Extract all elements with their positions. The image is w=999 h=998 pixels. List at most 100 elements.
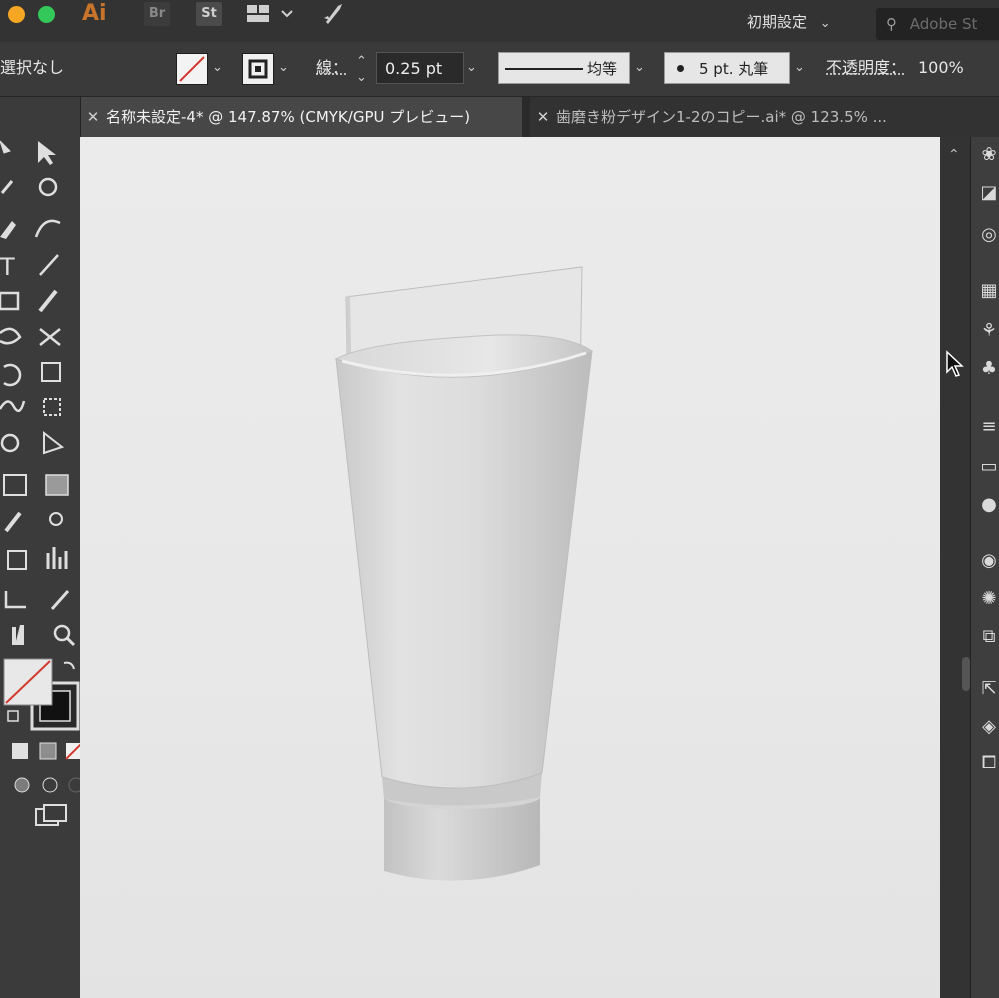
brush-definition[interactable]: 5 pt. 丸筆 bbox=[664, 52, 790, 84]
scroll-thumb[interactable] bbox=[962, 657, 970, 691]
type-tool-button[interactable] bbox=[0, 253, 30, 281]
variable-width-profile[interactable]: 均等 bbox=[498, 52, 630, 84]
stroke-weight-stepper[interactable]: ⌃ ⌄ bbox=[356, 54, 374, 86]
chevron-down-icon: ⌄ bbox=[819, 16, 831, 31]
tools-panel: T bbox=[0, 97, 84, 998]
stroke-panel-icon[interactable]: ≡ bbox=[977, 415, 999, 439]
gpu-performance-button[interactable] bbox=[318, 0, 348, 28]
tab-label: 名称未設定-4* @ 147.87% (CMYK/GPU プレビュー) bbox=[106, 108, 471, 126]
stroke-weight-chevron-icon[interactable]: ⌄ bbox=[466, 52, 484, 84]
scale-tool-icon bbox=[41, 362, 61, 382]
tab-document-active[interactable]: ✕ 名称未設定-4* @ 147.87% (CMYK/GPU プレビュー) bbox=[80, 97, 522, 137]
workspace-label: 初期設定 bbox=[747, 13, 808, 31]
toothpaste-tube-artwork[interactable] bbox=[80, 137, 942, 998]
opacity-label[interactable]: 不透明度： bbox=[826, 52, 918, 84]
layout-grid-icon bbox=[247, 5, 293, 22]
search-icon: ⚲ bbox=[886, 15, 897, 33]
properties-panel-icon[interactable]: ❀ bbox=[977, 143, 999, 167]
rocket-icon bbox=[324, 4, 342, 24]
stroke-label[interactable]: 線： bbox=[316, 52, 352, 84]
search-placeholder: Adobe St bbox=[909, 15, 978, 33]
fill-stroke-swatches bbox=[3, 658, 80, 731]
minimize-window-button[interactable] bbox=[8, 6, 25, 23]
rotate-tool-icon bbox=[3, 363, 22, 387]
mesh-tool-icon bbox=[3, 474, 27, 496]
magic-wand-tool-button[interactable] bbox=[0, 177, 30, 205]
swap-fill-stroke-button[interactable] bbox=[36, 725, 66, 753]
brush-dot-icon bbox=[677, 65, 684, 72]
shape-builder-tool-icon bbox=[0, 433, 20, 453]
illustrator-window: Ai Br St 初期設定 ⌄ ⚲ Adobe St 選択なし ⌄ ⌄ 線： ⌃… bbox=[0, 0, 999, 998]
selection-tool-button[interactable] bbox=[0, 141, 30, 169]
swatches-panel-icon[interactable]: ▦ bbox=[977, 279, 999, 303]
navigator-panel-icon[interactable]: ◎ bbox=[977, 223, 999, 247]
column-graph-tool-icon bbox=[46, 547, 68, 569]
shaper-tool-icon bbox=[0, 327, 22, 345]
slice-tool-icon bbox=[50, 590, 70, 610]
free-transform-tool-icon bbox=[43, 398, 61, 416]
gradient-panel-icon[interactable]: ▭ bbox=[977, 455, 999, 479]
direct-selection-tool-button[interactable] bbox=[36, 141, 66, 169]
selection-status: 選択なし bbox=[0, 58, 65, 77]
hand-tool-button[interactable] bbox=[0, 617, 30, 645]
profile-chevron-icon[interactable]: ⌄ bbox=[634, 52, 652, 84]
rectangle-tool-button[interactable] bbox=[0, 289, 30, 317]
line-tool-button[interactable] bbox=[36, 253, 66, 281]
stroke-weight-field[interactable]: 0.25 pt bbox=[376, 52, 464, 84]
symbol-sprayer-tool-icon bbox=[7, 550, 27, 570]
vertical-scrollbar[interactable]: ⌃ bbox=[940, 137, 970, 998]
adobe-stock-search[interactable]: ⚲ Adobe St bbox=[876, 8, 999, 40]
mouse-cursor-icon bbox=[946, 350, 964, 377]
pen-tool-button[interactable] bbox=[0, 215, 30, 243]
gradient-tool-icon bbox=[45, 474, 69, 496]
none-fill-icon bbox=[179, 56, 205, 82]
uniform-line-icon bbox=[505, 68, 583, 70]
canvas-area[interactable] bbox=[80, 137, 948, 998]
tab-label: 歯磨き粉デザイン1-2のコピー.ai* @ 123.5% ... bbox=[556, 108, 887, 126]
artboards-panel-icon[interactable]: ⧠ bbox=[977, 751, 999, 775]
graphic-styles-panel-icon[interactable]: ✺ bbox=[977, 587, 999, 611]
opacity-value[interactable]: 100% bbox=[918, 52, 988, 84]
control-bar: 選択なし ⌄ ⌄ 線： ⌃ ⌄ 0.25 pt ⌄ 均等 ⌄ 5 pt. 丸筆 ⌄ bbox=[0, 42, 999, 97]
fill-dropdown-chevron-icon[interactable]: ⌄ bbox=[212, 52, 226, 84]
transparency-panel-icon[interactable]: ● bbox=[977, 493, 999, 517]
artboard-tool-icon bbox=[4, 591, 26, 609]
artboard[interactable] bbox=[80, 137, 942, 998]
scroll-up-icon[interactable]: ⌃ bbox=[948, 147, 960, 163]
stroke-swatch[interactable] bbox=[242, 53, 274, 85]
perspective-grid-tool-icon bbox=[43, 430, 65, 455]
application-bar: Ai Br St 初期設定 ⌄ ⚲ Adobe St bbox=[0, 0, 999, 42]
transform-panel-icon[interactable]: ⧉ bbox=[977, 625, 999, 649]
close-tab-icon[interactable]: ✕ bbox=[80, 97, 106, 137]
profile-label: 均等 bbox=[587, 60, 618, 78]
appearance-panel-icon[interactable]: ◉ bbox=[977, 549, 999, 573]
fill-swatch[interactable] bbox=[176, 53, 208, 85]
document-tab-bar: ✕ 名称未設定-4* @ 147.87% (CMYK/GPU プレビュー) ✕ 歯磨… bbox=[80, 97, 999, 137]
brush-chevron-icon[interactable]: ⌄ bbox=[794, 52, 812, 84]
curvature-tool-button[interactable] bbox=[36, 215, 66, 243]
right-panel-dock: ❀ ◪ ◎ ▦ ⚘ ♣ ≡ ▭ ● ◉ ✺ ⧉ ⇱ ◈ ⧠ bbox=[970, 137, 999, 998]
bridge-button[interactable]: Br bbox=[144, 2, 170, 26]
zoom-tool-button[interactable] bbox=[44, 617, 74, 645]
stroke-dropdown-chevron-icon[interactable]: ⌄ bbox=[278, 52, 292, 84]
workspace-switcher[interactable]: 初期設定 ⌄ bbox=[747, 8, 857, 36]
brushes-panel-icon[interactable]: ⚘ bbox=[977, 319, 999, 343]
libraries-panel-icon[interactable]: ◪ bbox=[977, 181, 999, 205]
stock-button[interactable]: St bbox=[196, 2, 222, 26]
warp-tool-icon bbox=[0, 400, 26, 413]
layers-panel-icon[interactable]: ◈ bbox=[977, 715, 999, 739]
blend-tool-icon bbox=[49, 512, 63, 526]
tab-document-inactive[interactable]: ✕ 歯磨き粉デザイン1-2のコピー.ai* @ 123.5% ... bbox=[530, 97, 999, 137]
stroke-square-icon bbox=[248, 59, 268, 79]
arrange-documents-button[interactable] bbox=[246, 2, 294, 26]
close-tab-icon[interactable]: ✕ bbox=[530, 97, 556, 137]
scissors-tool-icon bbox=[39, 328, 61, 346]
paintbrush-tool-button[interactable] bbox=[36, 289, 66, 317]
asset-export-panel-icon[interactable]: ⇱ bbox=[977, 677, 999, 701]
zoom-window-button[interactable] bbox=[38, 6, 55, 23]
illustrator-logo: Ai bbox=[82, 1, 107, 26]
symbols-panel-icon[interactable]: ♣ bbox=[977, 357, 999, 381]
tube-body bbox=[335, 350, 593, 789]
lasso-tool-button[interactable] bbox=[36, 177, 66, 205]
eyedropper-tool-icon bbox=[4, 511, 22, 533]
